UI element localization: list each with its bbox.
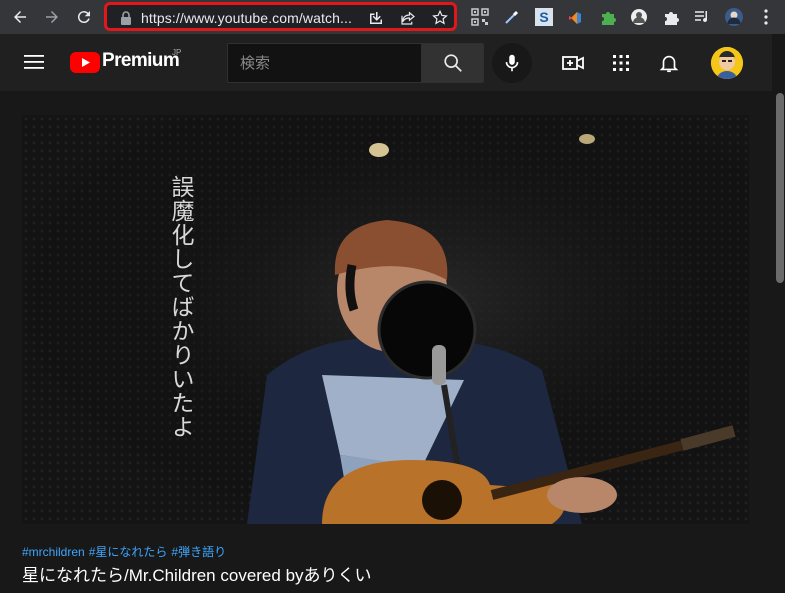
search-field	[227, 43, 421, 83]
hashtag-link[interactable]: #mrchildren	[22, 545, 85, 559]
video-frame	[22, 115, 749, 524]
reload-icon	[77, 11, 90, 24]
qr-code-extension-icon[interactable]	[470, 7, 490, 27]
media-control-icon[interactable]	[692, 7, 712, 27]
svg-text:S: S	[539, 9, 548, 25]
hashtag-link[interactable]: #弾き語り	[171, 545, 226, 559]
apps-button[interactable]	[609, 51, 633, 75]
arrow-left-icon	[14, 11, 26, 23]
eyedropper-extension-icon[interactable]	[502, 7, 522, 27]
microphone-icon	[505, 54, 519, 72]
youtube-logo-icon[interactable]	[70, 52, 100, 73]
forward-button[interactable]	[40, 5, 64, 29]
search-input[interactable]	[228, 44, 421, 82]
create-video-button[interactable]	[561, 51, 585, 75]
extensions-puzzle-icon[interactable]	[661, 7, 681, 27]
s-extension-icon[interactable]: S	[534, 7, 554, 27]
hashtag-list: #mrchildren #星になれたら #弾き語り	[22, 543, 230, 560]
profile-extension-icon[interactable]	[629, 7, 649, 27]
reload-button[interactable]	[72, 5, 96, 29]
share-icon[interactable]	[399, 9, 417, 27]
url-text[interactable]: https://www.youtube.com/watch...	[141, 10, 352, 26]
region-code: JP	[172, 48, 182, 57]
video-player[interactable]: 誤魔化してばかりいたよ	[22, 115, 749, 524]
video-overlay-caption: 誤魔化してばかりいたよ	[167, 175, 193, 439]
colorful-extension-icon[interactable]	[566, 7, 586, 27]
voice-search-button[interactable]	[492, 43, 532, 83]
apps-grid-icon	[613, 55, 629, 71]
search-icon	[443, 54, 462, 72]
address-bar[interactable]: https://www.youtube.com/watch...	[104, 2, 457, 31]
puzzle-green-extension-icon[interactable]	[598, 7, 618, 27]
video-camera-add-icon	[562, 56, 584, 70]
back-button[interactable]	[8, 5, 32, 29]
youtube-header: Premium JP	[0, 34, 772, 91]
hamburger-menu-icon[interactable]	[24, 54, 44, 70]
bookmark-star-icon[interactable]	[431, 9, 449, 27]
account-avatar-icon	[711, 47, 743, 79]
video-title: 星になれたら/Mr.Children covered byありくい	[22, 566, 372, 585]
install-app-icon[interactable]	[367, 9, 385, 27]
notifications-button[interactable]	[657, 51, 681, 75]
search-button[interactable]	[421, 43, 484, 83]
bell-icon	[659, 55, 679, 73]
browser-toolbar: https://www.youtube.com/watch... S	[0, 0, 785, 34]
lock-icon	[121, 11, 131, 25]
arrow-right-icon	[46, 11, 58, 23]
scrollbar-thumb[interactable]	[776, 93, 784, 283]
youtube-premium-logo-text[interactable]: Premium	[102, 50, 180, 72]
account-avatar[interactable]	[711, 47, 743, 79]
hashtag-link[interactable]: #星になれたら	[89, 545, 168, 559]
browser-menu-icon[interactable]	[756, 7, 776, 27]
user-profile-avatar-icon[interactable]	[724, 7, 744, 27]
